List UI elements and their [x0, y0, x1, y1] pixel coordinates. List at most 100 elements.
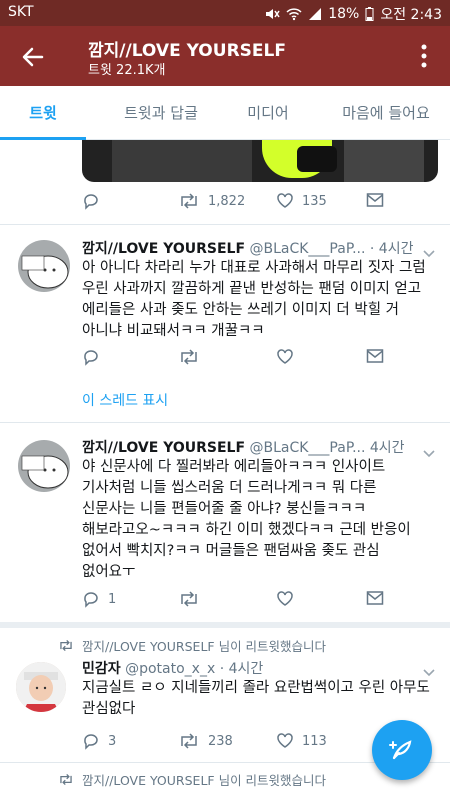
- like-count: 135: [302, 193, 327, 209]
- tab-media[interactable]: 미디어: [228, 86, 308, 140]
- like-button[interactable]: 113: [276, 732, 327, 750]
- like-button[interactable]: 135: [276, 192, 327, 210]
- reply-button[interactable]: [82, 348, 100, 366]
- compose-tweet-button[interactable]: [372, 720, 432, 780]
- retweeted-by-text: 깜지//LOVE YOURSELF 님이 리트윗했습니다: [82, 639, 327, 654]
- tweet-text-line: 야 신문사에 다 찔러봐라 에리들아ㅋㅋㅋ 인사이트: [82, 459, 386, 475]
- heart-icon: [277, 733, 293, 748]
- status-bar: SKT 18% 오전 2:43: [0, 0, 450, 26]
- reply-count: 3: [108, 733, 117, 749]
- retweet-icon: [60, 773, 72, 786]
- carrier-label: SKT: [8, 4, 34, 20]
- signal-icon: [308, 7, 322, 21]
- avatar[interactable]: [18, 240, 70, 292]
- tweet-text-line: 기사처럼 니들 씹스러움 더 드러나게ㅋㅋ 뭐 다른: [82, 480, 377, 496]
- tweet-time: · 4시간: [369, 241, 414, 257]
- tweet-text-line: 없어요ㅜ: [82, 564, 136, 580]
- tweet-actions: 1,822 135: [82, 192, 422, 216]
- tweet-text-line: 관심없다: [82, 701, 136, 717]
- tweet-time: 4시간: [369, 440, 405, 456]
- tweet-text-line: 에리들은 사과 좆도 안하는 쓰레기 이미지 더 박힐 거: [82, 302, 400, 318]
- reply-icon: [84, 194, 98, 210]
- retweet-icon: [181, 349, 197, 365]
- retweet-icon: [181, 733, 197, 749]
- battery-percent: 18%: [328, 6, 360, 22]
- clock: 오전 2:43: [380, 7, 442, 23]
- tab-tweets-and-replies[interactable]: 트윗과 답글: [96, 86, 226, 140]
- share-button[interactable]: [366, 590, 384, 606]
- tweet-text-line: 지금실트 ㄹㅇ 지네들끼리 졸라 요란법썩이고 우린 아무도: [82, 680, 430, 696]
- author-name: 깜지//LOVE YOURSELF: [82, 440, 246, 456]
- retweet-icon: [181, 193, 197, 209]
- profile-app-bar: 깜지//LOVE YOURSELF 트윗 22.1K개: [0, 26, 450, 86]
- tab-tweets[interactable]: 트윗: [0, 86, 86, 140]
- tweet-author[interactable]: 깜지//LOVE YOURSELF @BLaCK___PaP... 4시간: [82, 437, 405, 457]
- retweet-icon: [60, 639, 72, 652]
- reply-icon: [84, 350, 98, 366]
- more-options-icon[interactable]: [420, 43, 428, 69]
- like-button[interactable]: [276, 348, 294, 366]
- compose-feather-icon: [389, 740, 412, 760]
- divider: [0, 422, 450, 423]
- author-handle: @potato_x_x: [125, 661, 216, 677]
- retweet-count: 1,822: [208, 193, 246, 209]
- retweet-button[interactable]: [178, 590, 200, 608]
- heart-icon: [277, 193, 293, 208]
- reply-icon: [84, 592, 98, 608]
- reply-button[interactable]: 3: [82, 732, 116, 750]
- author-name: 깜지//LOVE YOURSELF: [82, 241, 246, 257]
- author-handle: @BLaCK___PaP...: [249, 241, 366, 257]
- wifi-icon: [286, 7, 302, 21]
- reply-count: 1: [108, 591, 117, 607]
- retweet-button[interactable]: [178, 348, 200, 366]
- retweeted-by: 깜지//LOVE YOURSELF 님이 리트윗했습니다: [58, 770, 326, 789]
- author-handle: @BLaCK___PaP...: [249, 440, 366, 456]
- tweet-actions: [82, 348, 422, 372]
- retweet-button[interactable]: 1,822: [178, 192, 245, 210]
- avatar[interactable]: [16, 662, 66, 712]
- like-button[interactable]: [276, 590, 294, 608]
- chevron-down-icon[interactable]: [422, 663, 436, 677]
- retweeted-by-text: 깜지//LOVE YOURSELF 님이 리트윗했습니다: [82, 773, 327, 788]
- tweet-text-line: 해보라고오~ㅋㅋㅋ 하긴 이미 했겠다ㅋㅋ 근데 반응이: [82, 522, 411, 538]
- chevron-down-icon[interactable]: [422, 444, 436, 458]
- tweet-count: 트윗 22.1K개: [88, 63, 166, 78]
- tab-likes[interactable]: 마음에 들어요: [322, 86, 450, 140]
- tweet-text-line: 신문사는 니들 편들어줄 줄 아냐? 붕신들ㅋㅋㅋ: [82, 501, 367, 517]
- retweet-button[interactable]: 238: [178, 732, 233, 750]
- share-button[interactable]: [366, 348, 384, 364]
- tweet-text: 지금실트 ㄹㅇ 지네들끼리 졸라 요란법썩이고 우린 아무도 관심없다: [82, 678, 434, 720]
- back-arrow-icon[interactable]: [18, 42, 48, 72]
- retweet-icon: [181, 591, 197, 607]
- tweet-text: 야 신문사에 다 찔러봐라 에리들아ㅋㅋㅋ 인사이트 기사처럼 니들 씹스러움 …: [82, 457, 434, 583]
- profile-tabs: 트윗 트윗과 답글 미디어 마음에 들어요: [0, 86, 450, 140]
- tweet-author[interactable]: 깜지//LOVE YOURSELF @BLaCK___PaP... · 4시간: [82, 238, 413, 258]
- author-name: 민감자: [82, 661, 121, 677]
- tweet-text-line: 없어서 빡치지?ㅋㅋ 머글들은 팬덤싸움 좆도 관심: [82, 543, 380, 559]
- like-count: 113: [302, 733, 327, 749]
- tweet-text-line: 아 아니다 차라리 누가 대표로 사과해서 마무리 짓자 그럼: [82, 260, 426, 276]
- divider: [0, 224, 450, 225]
- retweeted-by: 깜지//LOVE YOURSELF 님이 리트윗했습니다: [58, 636, 326, 655]
- show-thread-link[interactable]: 이 스레드 표시: [82, 390, 168, 410]
- envelope-icon: [366, 193, 384, 207]
- battery-icon: [365, 7, 374, 21]
- tweet-actions: 3 238 113: [82, 732, 422, 756]
- envelope-icon: [366, 591, 384, 605]
- divider: [0, 622, 450, 628]
- retweet-count: 238: [208, 733, 233, 749]
- reply-button[interactable]: 1: [82, 590, 116, 608]
- mute-icon: [264, 7, 280, 21]
- avatar[interactable]: [18, 440, 70, 492]
- tweet-text-line: 우린 사과까지 깔끔하게 끝낸 반성하는 팬덤 이미지 얻고: [82, 281, 422, 297]
- profile-title: 깜지//LOVE YOURSELF: [88, 41, 286, 61]
- tweet-text-line: 아니냐 비교돼서ㅋㅋ 개꿀ㅋㅋ: [82, 323, 265, 339]
- chevron-down-icon[interactable]: [422, 244, 436, 258]
- share-button[interactable]: [366, 192, 384, 208]
- tweet-actions: 1: [82, 590, 422, 614]
- active-tab-indicator: [0, 137, 86, 140]
- tweet-author[interactable]: 민감자 @potato_x_x · 4시간: [82, 658, 263, 678]
- tweet-text: 아 아니다 차라리 누가 대표로 사과해서 마무리 짓자 그럼 우린 사과까지 …: [82, 258, 434, 342]
- reply-button[interactable]: [82, 192, 100, 210]
- tweet-media-image[interactable]: [82, 140, 438, 182]
